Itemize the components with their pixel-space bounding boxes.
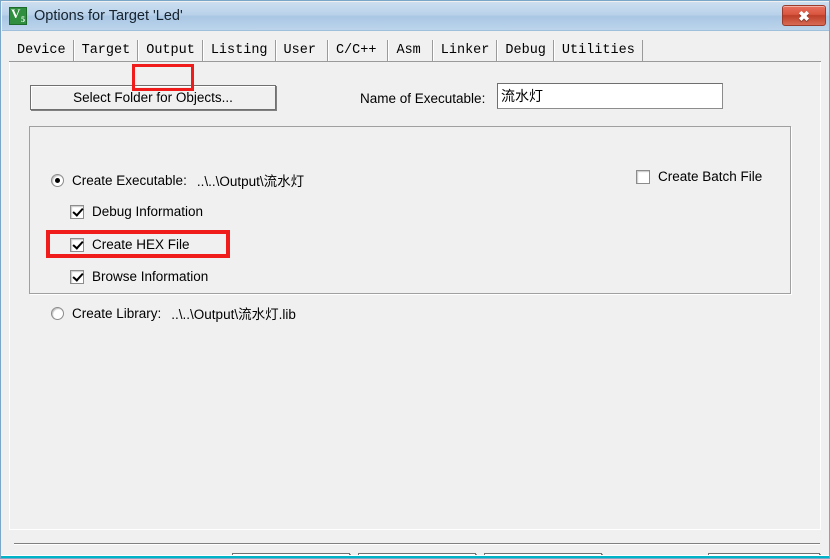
button-bar-separator <box>14 543 820 545</box>
select-folder-for-objects-button[interactable]: Select Folder for Objects... <box>30 85 276 110</box>
name-of-executable-label: Name of Executable: <box>360 91 486 106</box>
create-batch-file-label: Create Batch File <box>658 169 763 184</box>
tab-target[interactable]: Target <box>73 40 139 62</box>
create-library-label: Create Library: <box>72 305 162 321</box>
create-hex-file-checkbox-row[interactable]: Create HEX File <box>70 237 190 252</box>
create-library-path: ..\..\Output\流水灯.lib <box>171 307 296 322</box>
create-executable-radio-row[interactable]: Create Executable: ..\..\Output\流水灯 <box>51 170 304 190</box>
close-icon: ✖ <box>798 7 810 24</box>
create-batch-file-checkbox-row[interactable]: Create Batch File <box>636 169 762 184</box>
radio-selected-icon <box>51 173 64 187</box>
create-executable-path: ..\..\Output\流水灯 <box>196 174 305 189</box>
checkbox-checked-icon <box>70 204 84 219</box>
create-library-radio-row[interactable]: Create Library: ..\..\Output\流水灯.lib <box>51 303 296 323</box>
radio-unselected-icon <box>51 306 64 320</box>
dialog-client-area: Device Target Output Listing User C/C++ … <box>2 31 829 558</box>
tab-utilities[interactable]: Utilities <box>553 40 643 62</box>
debug-information-label: Debug Information <box>92 204 204 219</box>
tab-device[interactable]: Device <box>9 40 74 62</box>
tab-user[interactable]: User <box>275 40 328 62</box>
tab-strip: Device Target Output Listing User C/C++ … <box>9 38 643 62</box>
options-dialog: Options for Target 'Led' ✖ Device Target… <box>0 0 830 559</box>
tab-asm[interactable]: Asm <box>388 40 433 62</box>
create-hex-file-label: Create HEX File <box>92 237 190 252</box>
close-button[interactable]: ✖ <box>782 5 826 26</box>
browse-information-label: Browse Information <box>92 269 209 284</box>
checkbox-unchecked-icon <box>636 169 650 184</box>
window-bottom-border <box>1 555 829 558</box>
checkbox-checked-icon <box>70 237 84 252</box>
create-executable-label: Create Executable: <box>72 172 187 188</box>
tab-linker[interactable]: Linker <box>432 40 498 62</box>
window-title: Options for Target 'Led' <box>34 8 183 24</box>
name-of-executable-input[interactable]: 流水灯 <box>497 83 723 109</box>
tab-c-cpp[interactable]: C/C++ <box>327 40 389 62</box>
keil-uvision-icon <box>9 6 27 25</box>
debug-information-checkbox-row[interactable]: Debug Information <box>70 204 203 219</box>
browse-information-checkbox-row[interactable]: Browse Information <box>70 269 208 284</box>
tab-debug[interactable]: Debug <box>497 40 554 62</box>
checkbox-checked-icon <box>70 269 84 284</box>
tab-output[interactable]: Output <box>138 40 203 62</box>
title-bar: Options for Target 'Led' ✖ <box>2 2 829 31</box>
tab-listing[interactable]: Listing <box>202 40 276 62</box>
